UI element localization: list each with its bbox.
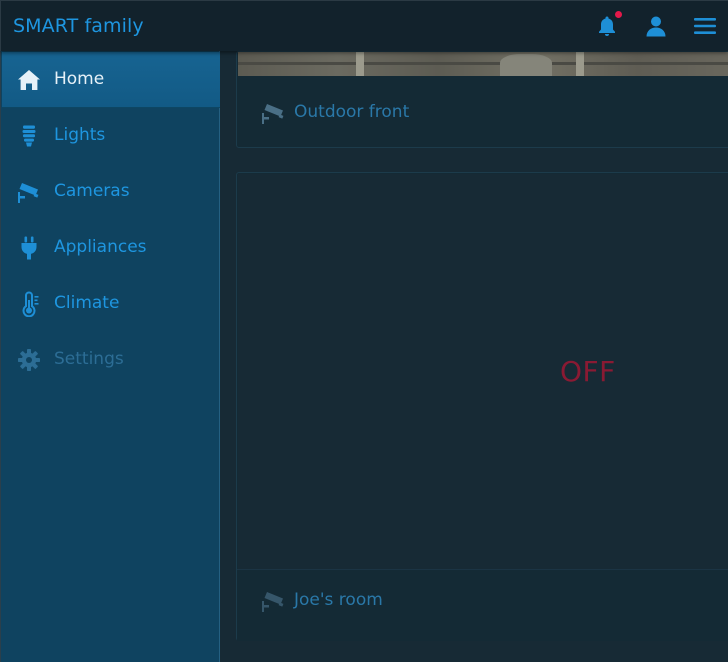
sidebar-item-lights[interactable]: Lights bbox=[2, 108, 220, 164]
sidebar-item-label: Cameras bbox=[54, 181, 130, 201]
sidebar-item-cameras[interactable]: Cameras bbox=[2, 164, 220, 220]
user-icon[interactable] bbox=[644, 14, 668, 38]
sidebar-item-appliances[interactable]: Appliances bbox=[2, 220, 220, 276]
camera-card-footer: Joe's room bbox=[237, 569, 728, 641]
sidebar: Home Lights Cameras Appliances Climate S… bbox=[0, 51, 220, 662]
security-camera-icon bbox=[262, 104, 284, 124]
notification-badge bbox=[615, 11, 622, 18]
app-title: SMART family bbox=[13, 15, 144, 37]
home-icon bbox=[18, 70, 40, 90]
sidebar-item-settings[interactable]: Settings bbox=[2, 332, 220, 388]
hamburger-menu-icon[interactable] bbox=[693, 14, 717, 38]
security-camera-icon bbox=[18, 183, 39, 203]
camera-card-footer: Outdoor front bbox=[237, 82, 728, 142]
plug-icon bbox=[21, 236, 37, 260]
camera-name: Joe's room bbox=[294, 590, 383, 610]
bell-icon[interactable] bbox=[595, 14, 619, 38]
sidebar-item-home[interactable]: Home bbox=[2, 52, 220, 108]
camera-feed-image bbox=[238, 52, 728, 76]
camera-feed-placeholder: OFF bbox=[238, 174, 728, 569]
thermometer-icon bbox=[22, 291, 39, 317]
sidebar-item-label: Settings bbox=[54, 349, 124, 369]
security-camera-icon bbox=[262, 592, 284, 612]
camera-name: Outdoor front bbox=[294, 102, 410, 122]
camera-card[interactable]: Outdoor front bbox=[236, 51, 728, 148]
sidebar-item-label: Climate bbox=[54, 293, 120, 313]
lightbulb-icon bbox=[22, 125, 36, 147]
sidebar-item-label: Lights bbox=[54, 125, 106, 145]
gear-icon bbox=[18, 349, 40, 371]
camera-status-off: OFF bbox=[560, 355, 616, 388]
sidebar-item-label: Home bbox=[54, 69, 105, 89]
sidebar-item-label: Appliances bbox=[54, 237, 147, 257]
sidebar-item-climate[interactable]: Climate bbox=[2, 276, 220, 332]
top-bar: SMART family bbox=[0, 0, 728, 51]
camera-card[interactable]: OFF Joe's room bbox=[236, 172, 728, 641]
